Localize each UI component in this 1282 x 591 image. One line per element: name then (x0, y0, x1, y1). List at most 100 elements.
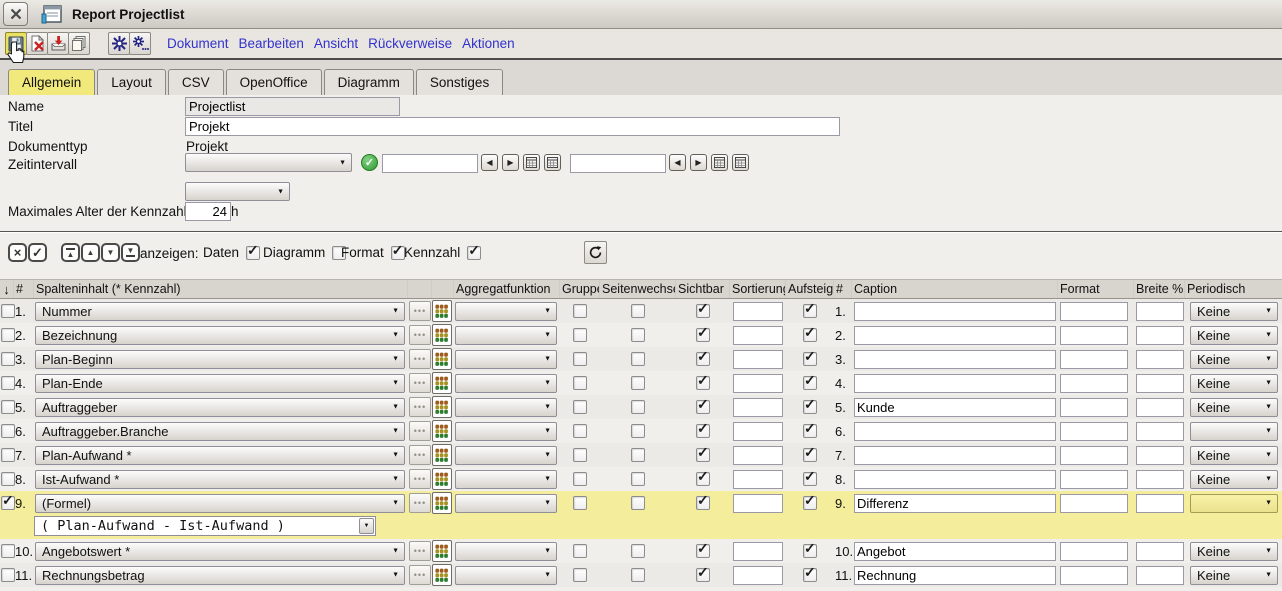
aufsteig-checkbox[interactable] (803, 424, 817, 438)
format-input[interactable] (1060, 422, 1128, 441)
row-select-checkbox[interactable] (1, 328, 15, 342)
aggregate-function-select[interactable] (455, 446, 557, 465)
ellipsis-button[interactable]: ••• (409, 541, 431, 561)
caption-input[interactable] (854, 494, 1056, 513)
caption-input[interactable] (854, 446, 1056, 465)
sichtbar-checkbox[interactable] (696, 328, 710, 342)
copy-button[interactable] (68, 32, 90, 55)
gruppe-checkbox[interactable] (573, 400, 587, 414)
column-content-select[interactable]: Rechnungsbetrag (35, 566, 405, 585)
format-input[interactable] (1060, 350, 1128, 369)
sortierung-input[interactable] (733, 566, 783, 585)
caption-input[interactable] (854, 398, 1056, 417)
aufsteig-checkbox[interactable] (803, 376, 817, 390)
row-select-checkbox[interactable] (1, 544, 15, 558)
sortierung-input[interactable] (733, 422, 783, 441)
sichtbar-checkbox[interactable] (696, 568, 710, 582)
sort-direction-icon[interactable]: ↓ (0, 280, 14, 298)
color-grid-button[interactable] (432, 348, 452, 370)
date-to-calendar-button[interactable] (711, 154, 728, 171)
periodisch-select[interactable]: Keine (1190, 470, 1278, 489)
sortierung-input[interactable] (733, 446, 783, 465)
format-input[interactable] (1060, 398, 1128, 417)
date-from-calendar-button[interactable] (523, 154, 540, 171)
format-input[interactable] (1060, 446, 1128, 465)
periodisch-select[interactable]: Keine (1190, 302, 1278, 321)
ellipsis-button[interactable]: ••• (409, 565, 431, 585)
aufsteig-checkbox[interactable] (803, 568, 817, 582)
color-grid-button[interactable] (432, 324, 452, 346)
column-content-select[interactable]: Bezeichnung (35, 326, 405, 345)
row-select-checkbox[interactable] (1, 424, 15, 438)
caption-input[interactable] (854, 302, 1056, 321)
format-input[interactable] (1060, 470, 1128, 489)
ellipsis-button[interactable]: ••• (409, 469, 431, 489)
ellipsis-button[interactable]: ••• (409, 301, 431, 321)
move-up-button[interactable]: ▲ (81, 243, 100, 262)
seitenwechsel-checkbox[interactable] (631, 424, 645, 438)
format-input[interactable] (1060, 326, 1128, 345)
caption-input[interactable] (854, 350, 1056, 369)
menu-item-aktionen[interactable]: Aktionen (462, 36, 515, 51)
column-content-select[interactable]: Ist-Aufwand * (35, 470, 405, 489)
gruppe-checkbox[interactable] (573, 376, 587, 390)
periodisch-select[interactable]: Keine (1190, 350, 1278, 369)
deselect-all-button[interactable]: × (8, 243, 27, 262)
seitenwechsel-checkbox[interactable] (631, 376, 645, 390)
kennzahl-checkbox[interactable] (467, 246, 481, 260)
date-from-input[interactable] (382, 154, 478, 173)
caption-input[interactable] (854, 422, 1056, 441)
date-to-next-button[interactable]: ▶ (690, 154, 707, 171)
format-input[interactable] (1060, 374, 1128, 393)
name-input[interactable] (185, 97, 400, 116)
max-age-input[interactable] (185, 202, 231, 221)
close-button[interactable] (3, 2, 28, 26)
breite-input[interactable] (1136, 374, 1184, 393)
formula-dropdown-button[interactable]: ▼ (359, 518, 374, 534)
delete-button[interactable] (26, 32, 48, 55)
sortierung-input[interactable] (733, 302, 783, 321)
aggregate-function-select[interactable] (455, 302, 557, 321)
column-content-select[interactable]: Plan-Aufwand * (35, 446, 405, 465)
caption-input[interactable] (854, 542, 1056, 561)
seitenwechsel-checkbox[interactable] (631, 448, 645, 462)
daten-checkbox[interactable] (246, 246, 260, 260)
column-content-select[interactable]: (Formel) (35, 494, 405, 513)
caption-input[interactable] (854, 470, 1056, 489)
menu-item-bearbeiten[interactable]: Bearbeiten (239, 36, 304, 51)
color-grid-button[interactable] (432, 300, 452, 322)
select-all-button[interactable]: ✓ (28, 243, 47, 262)
tab-layout[interactable]: Layout (97, 69, 166, 95)
aggregate-function-select[interactable] (455, 542, 557, 561)
aggregate-function-select[interactable] (455, 566, 557, 585)
color-grid-button[interactable] (432, 372, 452, 394)
format-input[interactable] (1060, 542, 1128, 561)
aggregate-function-select[interactable] (455, 374, 557, 393)
color-grid-button[interactable] (432, 564, 452, 586)
format-input[interactable] (1060, 566, 1128, 585)
column-content-select[interactable]: Angebotswert * (35, 542, 405, 561)
seitenwechsel-checkbox[interactable] (631, 472, 645, 486)
sichtbar-checkbox[interactable] (696, 448, 710, 462)
sortierung-input[interactable] (733, 374, 783, 393)
gruppe-checkbox[interactable] (573, 544, 587, 558)
color-grid-button[interactable] (432, 468, 452, 490)
refresh-button[interactable] (584, 241, 607, 264)
aufsteig-checkbox[interactable] (803, 448, 817, 462)
periodisch-select[interactable]: Keine (1190, 326, 1278, 345)
sortierung-input[interactable] (733, 350, 783, 369)
periodisch-select[interactable]: Keine (1190, 446, 1278, 465)
tab-sonstiges[interactable]: Sonstiges (416, 69, 503, 95)
sortierung-input[interactable] (733, 542, 783, 561)
menu-item-rückverweise[interactable]: Rückverweise (368, 36, 452, 51)
menu-item-dokument[interactable]: Dokument (167, 36, 229, 51)
seitenwechsel-checkbox[interactable] (631, 304, 645, 318)
check-in-button[interactable] (47, 32, 69, 55)
column-content-select[interactable]: Plan-Beginn (35, 350, 405, 369)
periodisch-select[interactable]: Keine (1190, 374, 1278, 393)
sortierung-input[interactable] (733, 398, 783, 417)
row-select-checkbox[interactable] (1, 376, 15, 390)
gruppe-checkbox[interactable] (573, 496, 587, 510)
aggregate-function-select[interactable] (455, 494, 557, 513)
seitenwechsel-checkbox[interactable] (631, 328, 645, 342)
